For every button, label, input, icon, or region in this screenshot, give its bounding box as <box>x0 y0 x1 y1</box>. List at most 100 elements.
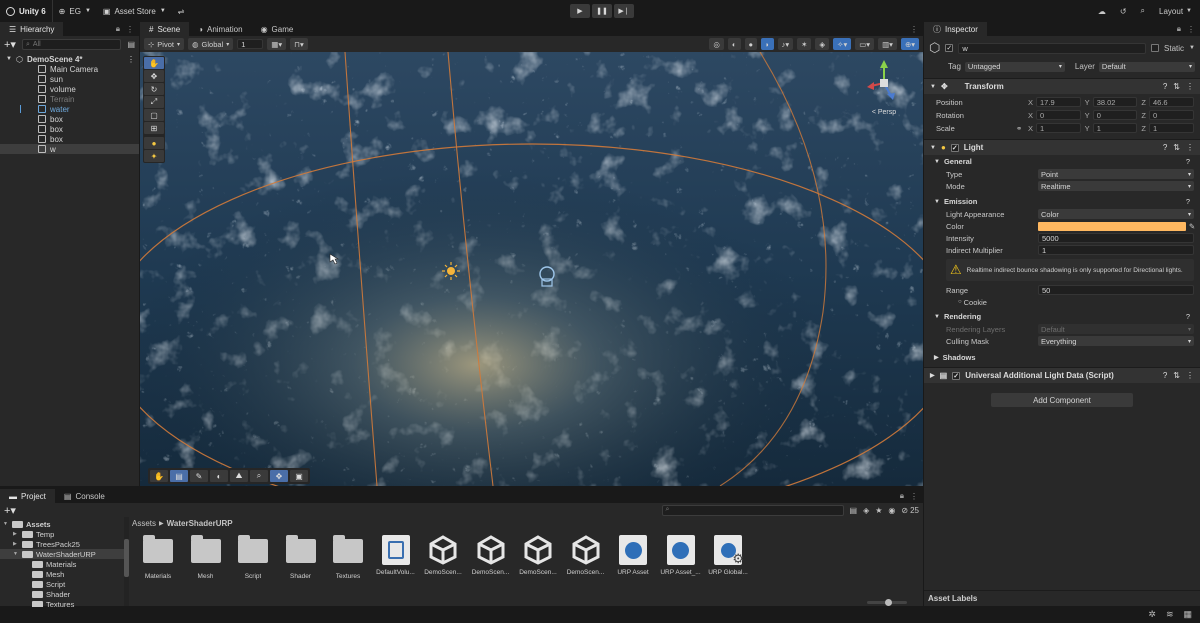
draw-mode-button[interactable]: ◎ <box>709 38 724 50</box>
more-icon[interactable]: ⋮ <box>1186 143 1194 152</box>
frame-tool[interactable]: ▣ <box>290 470 308 482</box>
render-mode-button[interactable]: ◗ <box>761 38 774 50</box>
pivot-dropdown[interactable]: ⊹ Pivot ▾ <box>144 38 184 50</box>
project-tree-item[interactable]: ▼ Assets <box>0 519 124 529</box>
add-icon[interactable]: +▾ <box>4 38 16 51</box>
link-icon[interactable]: ⚭ <box>1016 124 1028 133</box>
general-section[interactable]: ▼ General? <box>924 155 1200 168</box>
expand-arrow-icon[interactable]: ▼ <box>13 551 19 557</box>
eyedropper-icon[interactable]: ✎ <box>1186 222 1198 231</box>
hand-tool[interactable]: ✋ <box>144 57 164 69</box>
lit-button[interactable]: ● <box>744 38 758 50</box>
more-icon[interactable]: ⋮ <box>1186 82 1194 91</box>
asset-store-dropdown[interactable]: ▣ Asset Store ▼ <box>97 0 172 22</box>
asset-item[interactable]: Shader <box>278 535 324 580</box>
lock-icon[interactable]: 🔒︎ <box>900 491 904 501</box>
rendering-section[interactable]: ▼ Rendering? <box>924 310 1200 323</box>
lock-icon[interactable]: 🔒︎ <box>116 24 120 34</box>
hierarchy-item[interactable]: sun <box>0 74 139 84</box>
asset-item[interactable]: ⚙ URP Global... <box>705 535 751 580</box>
more-icon[interactable]: ⋮ <box>910 492 918 501</box>
hierarchy-item[interactable]: Terrain <box>0 94 139 104</box>
hierarchy-item[interactable]: volume <box>0 84 139 94</box>
tab-scene[interactable]: # Scene <box>140 22 190 36</box>
audio-button[interactable]: ♪▾ <box>777 38 794 50</box>
shadows-section[interactable]: ▶ Shadows <box>924 351 1200 364</box>
asset-item[interactable]: DemoScen... <box>420 535 466 580</box>
asset-item[interactable]: DemoScen... <box>468 535 514 580</box>
transform-tool[interactable]: ⊞ <box>144 122 164 134</box>
rotation-y-input[interactable]: 0 <box>1092 110 1138 120</box>
rect-tool[interactable]: ▢ <box>144 109 164 121</box>
appearance-dropdown[interactable]: Color ▾ <box>1038 209 1194 219</box>
rotation-x-input[interactable]: 0 <box>1036 110 1081 120</box>
asset-item[interactable]: Materials <box>135 535 181 580</box>
chevron-down-icon[interactable]: ▼ <box>1189 45 1195 51</box>
preset-icon[interactable]: ⇅ <box>1173 371 1180 380</box>
cache-icon[interactable]: ▦ <box>1183 609 1192 620</box>
orientation-button[interactable]: ⊕▾ <box>900 38 919 50</box>
account-dropdown[interactable]: ⊕ EG ▼ <box>51 0 97 22</box>
project-tree-item[interactable]: Materials <box>0 559 124 569</box>
star-icon[interactable]: ★ <box>875 506 882 515</box>
preset-icon[interactable]: ⇅ <box>1173 143 1180 152</box>
help-icon[interactable]: ? <box>1163 371 1167 380</box>
culling-dropdown[interactable]: Everything ▾ <box>1038 336 1194 346</box>
position-y-input[interactable]: 38.02 <box>1092 97 1138 107</box>
preset-icon[interactable]: ⇅ <box>1173 82 1180 91</box>
tab-console[interactable]: ▤ Console <box>54 489 114 503</box>
pause-button[interactable]: ❚❚ <box>592 4 612 18</box>
tab-animation[interactable]: ◑ Animation <box>189 22 252 36</box>
snap-button[interactable]: ⊓▾ <box>290 38 308 50</box>
expand-arrow-icon[interactable]: ▼ <box>6 56 12 62</box>
add-component-button[interactable]: Add Component <box>991 393 1133 407</box>
visibility-button[interactable]: ◈ <box>815 38 830 50</box>
layer-dropdown[interactable]: Default ▾ <box>1098 61 1195 72</box>
persp-label[interactable]: < Persp <box>859 109 909 116</box>
project-search-input[interactable]: ⌕ <box>661 504 844 516</box>
effects-button[interactable]: ✶ <box>797 38 812 50</box>
tab-hierarchy[interactable]: ☰ Hierarchy <box>0 22 64 36</box>
orientation-gizmo[interactable]: < Persp <box>859 56 909 118</box>
project-tree-item[interactable]: Mesh <box>0 569 124 579</box>
shaded-button[interactable]: ◐ <box>727 38 741 50</box>
help-icon[interactable]: ? <box>1163 82 1167 91</box>
color-swatch[interactable] <box>1038 221 1186 231</box>
asset-item[interactable]: Mesh <box>183 535 229 580</box>
hierarchy-item[interactable]: Main Camera <box>0 64 139 74</box>
type-dropdown[interactable]: Point ▾ <box>1038 169 1194 179</box>
gizmos-button[interactable]: ✧▾ <box>833 38 852 50</box>
filter-type-icon[interactable]: ▤ <box>850 506 858 515</box>
cookie-expand-icon[interactable]: ○ <box>924 299 962 305</box>
view-tool[interactable]: ▤ <box>170 470 188 482</box>
help-icon[interactable]: ? <box>1186 312 1200 321</box>
scale-y-input[interactable]: 1 <box>1092 123 1138 133</box>
hierarchy-item[interactable]: box <box>0 114 139 124</box>
tab-project[interactable]: ▬ Project <box>0 489 55 503</box>
filter-icon[interactable]: ▤ <box>127 40 135 49</box>
help-icon[interactable]: ? <box>1163 143 1167 152</box>
rotation-z-input[interactable]: 0 <box>1148 110 1195 120</box>
step-button[interactable]: ▶❘ <box>614 4 634 18</box>
history-icon[interactable]: ↺ <box>1120 7 1127 16</box>
object-name-input[interactable]: w <box>958 42 1147 54</box>
asset-item[interactable]: DemoScen... <box>515 535 561 580</box>
version-control-button[interactable]: ⇌ <box>172 0 191 22</box>
filter-label-icon[interactable]: ◈ <box>863 506 869 515</box>
position-z-input[interactable]: 46.6 <box>1148 97 1195 107</box>
light-probe-tool[interactable]: ✦ <box>144 150 164 162</box>
layers-icon[interactable]: ≋ <box>1166 609 1174 620</box>
tab-game[interactable]: ◉ Game <box>251 22 303 36</box>
overlays-button[interactable]: ▥▾ <box>878 38 897 50</box>
rotate-tool[interactable]: ↻ <box>144 83 164 95</box>
range-input[interactable]: 50 <box>1038 285 1194 295</box>
light-enabled-checkbox[interactable]: ✓ <box>950 143 959 152</box>
breadcrumb-current[interactable]: WaterShaderURP <box>167 519 233 528</box>
asset-item[interactable]: URP Asset_... <box>658 535 704 580</box>
hand-tool-2[interactable]: ✋ <box>150 470 168 482</box>
lock-icon[interactable]: 🔒︎ <box>1177 24 1181 34</box>
mode-dropdown[interactable]: Realtime ▾ <box>1038 181 1194 191</box>
active-checkbox[interactable]: ✓ <box>945 44 954 52</box>
scale-tool[interactable]: ⤢ <box>144 96 164 108</box>
project-tree-item[interactable]: ▶ Temp <box>0 529 124 539</box>
